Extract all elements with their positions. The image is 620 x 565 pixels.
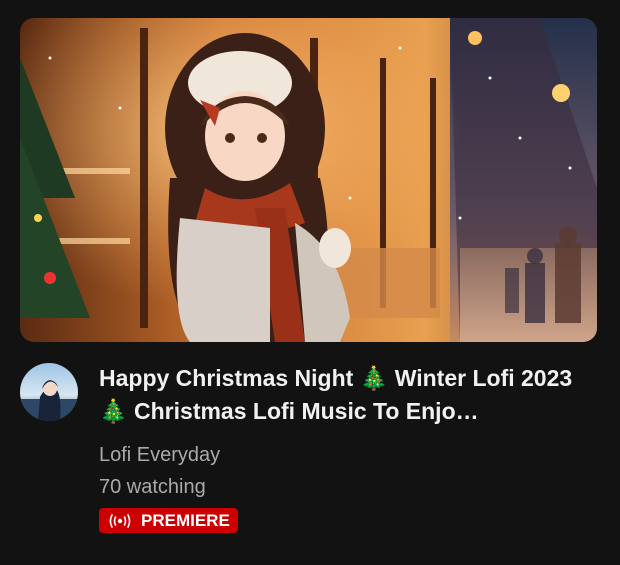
video-details: Happy Christmas Night 🎄 Winter Lofi 2023… <box>99 362 579 533</box>
video-thumbnail[interactable] <box>20 18 597 342</box>
viewer-count: 70 watching <box>99 476 206 498</box>
video-title[interactable]: Happy Christmas Night 🎄 Winter Lofi 2023… <box>99 362 579 428</box>
premiere-badge: PREMIERE <box>99 508 238 533</box>
live-broadcast-icon <box>107 513 133 528</box>
channel-avatar[interactable] <box>20 363 78 421</box>
channel-name[interactable]: Lofi Everyday <box>99 440 579 470</box>
video-card: Happy Christmas Night 🎄 Winter Lofi 2023… <box>0 0 620 565</box>
premiere-label: PREMIERE <box>141 510 230 530</box>
